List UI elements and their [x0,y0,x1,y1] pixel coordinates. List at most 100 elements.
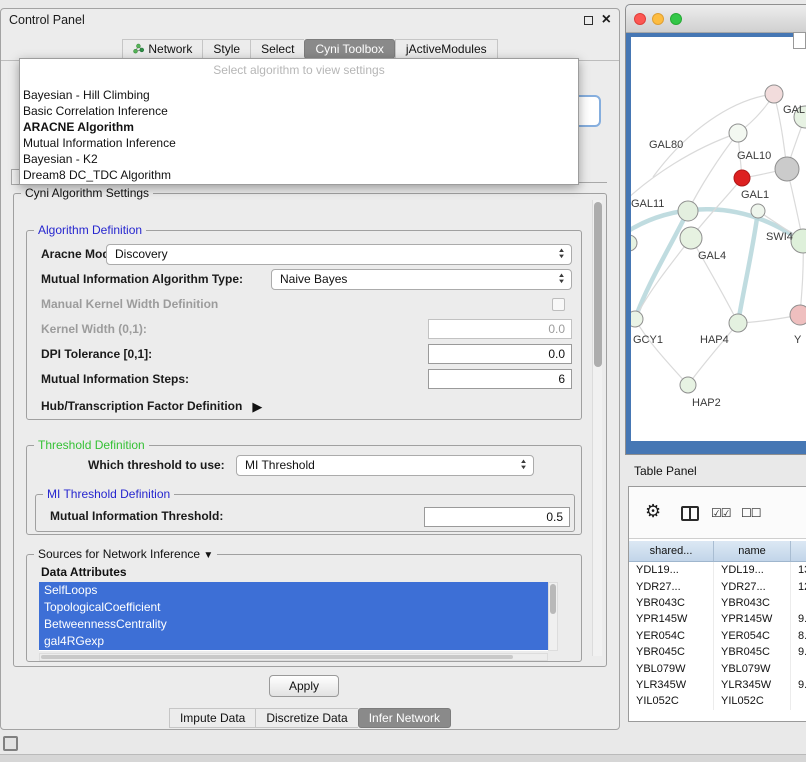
attributes-scrollbar[interactable] [548,582,558,651]
algorithm-option-dream8-dc-tdc-algorithm[interactable]: Dream8 DC_TDC Algorithm [20,167,578,183]
attributes-scrollbar-thumb[interactable] [550,584,556,614]
tab-impute-data[interactable]: Impute Data [169,708,255,728]
table-panel-window: ⚙ ☑☑ ☐☐ shared...name YDL19...YDL19...13… [628,486,806,722]
network-toolbar-button[interactable] [793,32,806,49]
tab-select[interactable]: Select [250,39,304,59]
node-pink-right[interactable] [790,305,806,325]
close-traffic-light[interactable] [634,13,646,25]
algorithm-option-bayesian-k2[interactable]: Bayesian - K2 [20,151,578,167]
column-header-shared[interactable]: shared... [629,541,714,561]
tab-label: Style [213,42,240,56]
attributes-hscrollbar-thumb[interactable] [41,655,513,659]
apply-button[interactable]: Apply [269,675,339,697]
dpi-tolerance-field[interactable]: 0.0 [428,344,572,364]
mi-steps-field[interactable]: 6 [428,369,572,389]
node-label: GAL1 [741,189,769,201]
table-cell: 9. [791,677,806,693]
table-row[interactable]: YLR345WYLR345W9. [629,677,806,693]
algorithm-dropdown-popup: Select algorithm to view settings Bayesi… [19,58,579,185]
table-cell: 12 [791,578,806,594]
settings-scrollbar-thumb[interactable] [594,202,602,367]
zoom-traffic-light[interactable] [670,13,682,25]
table-cell: 8. [791,628,806,644]
network-titlebar[interactable] [626,5,806,33]
mi-type-select[interactable]: Naive Bayes ▲▼ [271,269,572,290]
tab-infer-network[interactable]: Infer Network [358,708,451,728]
algorithm-option-bayesian-hill-climbing[interactable]: Bayesian - Hill Climbing [20,87,578,103]
table-row[interactable]: YPR145WYPR145W9. [629,611,806,627]
attributes-hscrollbar[interactable] [39,653,548,661]
select-all-icon[interactable]: ☑☑ [711,506,731,520]
table-row[interactable]: YER054CYER054C8. [629,628,806,644]
aracne-mode-select[interactable]: Discovery ▲▼ [106,244,572,265]
node-gal80[interactable] [729,124,747,142]
mi-type-label: Mutual Information Algorithm Type: [41,272,243,286]
kernel-width-field[interactable]: 0.0 [428,319,572,339]
attribute-item-topologicalcoefficient[interactable]: TopologicalCoefficient [39,599,548,616]
close-icon[interactable]: × [602,14,611,26]
mi-threshold-field[interactable]: 0.5 [424,507,570,527]
columns-icon[interactable] [681,506,699,521]
table-cell: YLR345W [629,677,714,693]
table-row[interactable]: YIL052CYIL052C [629,693,806,709]
network-canvas[interactable]: GAL80 GAL GAL10 GAL11 GAL1 SWI4 GAL4 GCY… [631,37,806,441]
node-gray[interactable] [775,157,799,181]
node-hap2[interactable] [680,377,696,393]
node-swi4[interactable] [791,229,806,253]
tab-discretize-data[interactable]: Discretize Data [255,708,357,728]
node-gal11[interactable] [678,201,698,221]
table-row[interactable]: YBR045CYBR045C9. [629,644,806,660]
column-header-2[interactable] [791,541,806,561]
table-cell: YBR043C [714,595,791,611]
node-left-cut[interactable] [631,235,637,251]
threshold-definition-group: Threshold Definition Which threshold to … [26,445,582,535]
node-gal1[interactable] [751,204,765,218]
manual-kernel-checkbox[interactable] [552,298,565,311]
table-cell: YBR045C [629,644,714,660]
collapsed-panel-icon[interactable] [3,736,18,751]
algorithm-option-aracne-algorithm[interactable]: ARACNE Algorithm [20,119,578,135]
float-window-icon[interactable] [584,16,593,25]
hub-definition-expander[interactable]: Hub/Transcription Factor Definition ▶ [41,399,262,413]
which-threshold-label: Which threshold to use: [88,458,225,472]
combo-arrows-icon: ▲▼ [519,459,528,471]
node-label: GAL4 [698,250,726,262]
network-graph[interactable]: GAL80 GAL GAL10 GAL11 GAL1 SWI4 GAL4 GCY… [631,37,806,441]
data-attributes-list[interactable]: SelfLoopsTopologicalCoefficientBetweenne… [39,582,548,651]
table-row[interactable]: YDR27...YDR27...12 [629,578,806,594]
algorithm-option-basic-correlation-inference[interactable]: Basic Correlation Inference [20,103,578,119]
sources-group-title[interactable]: Sources for Network Inference ▼ [34,547,217,561]
node-pink-top[interactable] [765,85,783,103]
attribute-item-gal4rgexp[interactable]: gal4RGexp [39,633,548,650]
tab-style[interactable]: Style [202,39,250,59]
attribute-item-betweennesscentrality[interactable]: BetweennessCentrality [39,616,548,633]
tab-cyni-toolbox[interactable]: Cyni Toolbox [304,39,394,59]
table-row[interactable]: YBR043CYBR043C [629,595,806,611]
group-title: MI Threshold Definition [43,487,174,501]
table-row[interactable]: YDL19...YDL19...13 [629,562,806,578]
table-cell: YIL052C [629,693,714,709]
node-gcy1[interactable] [631,311,643,327]
which-threshold-select[interactable]: MI Threshold ▲▼ [236,455,534,476]
bottom-tab-bar: Impute DataDiscretize DataInfer Network [1,708,619,728]
algorithm-definition-group: Algorithm Definition Aracne Mode: Discov… [26,230,582,420]
node-gal4[interactable] [680,227,702,249]
deselect-all-icon[interactable]: ☐☐ [741,506,761,520]
node-gal10-selected[interactable] [734,170,750,186]
table-cell: YDL19... [629,562,714,578]
table-row[interactable]: YBL079WYBL079W [629,660,806,676]
node-hap4[interactable] [729,314,747,332]
gear-icon[interactable]: ⚙ [645,501,661,522]
algorithm-option-mutual-information-inference[interactable]: Mutual Information Inference [20,135,578,151]
node-label: HAP2 [692,397,721,409]
tab-label: Select [261,42,294,56]
table-cell: 9. [791,611,806,627]
node-label: GAL [783,104,805,116]
tab-jactivemodules[interactable]: jActiveModules [395,39,498,59]
attribute-item-selfloops[interactable]: SelfLoops [39,582,548,599]
minimize-traffic-light[interactable] [652,13,664,25]
mi-threshold-definition-group: MI Threshold Definition Mutual Informati… [35,494,575,532]
tab-network[interactable]: Network [122,39,202,59]
settings-scrollbar[interactable] [592,200,602,656]
column-header-name[interactable]: name [714,541,791,561]
